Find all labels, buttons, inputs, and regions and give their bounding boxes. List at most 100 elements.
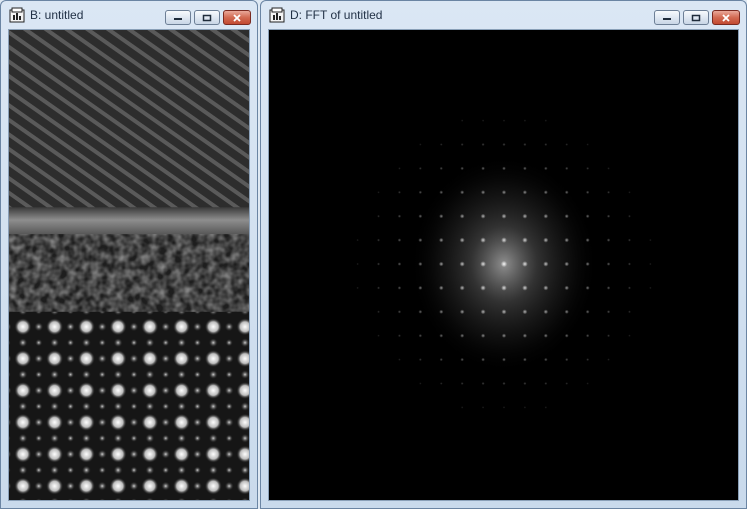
fft-spot	[544, 382, 548, 385]
fft-spot	[523, 406, 527, 409]
fft-spot	[543, 309, 549, 315]
minimize-button[interactable]	[165, 10, 191, 25]
fft-spot	[544, 119, 548, 122]
fft-spot	[628, 286, 631, 290]
close-icon	[722, 13, 730, 22]
fft-spot	[522, 285, 528, 291]
fft-spot	[418, 285, 423, 290]
window-titlebar[interactable]: B: untitled	[1, 1, 257, 29]
fft-spot	[502, 381, 506, 386]
fft-spot	[480, 261, 486, 267]
fft-spot	[649, 286, 652, 290]
fft-spot	[564, 261, 570, 267]
window-title: D: FFT of untitled	[290, 8, 383, 22]
fft-spot	[585, 214, 590, 219]
window-titlebar[interactable]: D: FFT of untitled	[261, 1, 746, 29]
image-window-untitled[interactable]: B: untitled	[0, 0, 258, 509]
fft-spot	[460, 333, 465, 338]
fft-spot	[606, 286, 611, 290]
fft-spot	[418, 261, 423, 267]
fft-spot	[481, 381, 485, 385]
fft-spot	[459, 237, 465, 243]
fft-spot	[418, 214, 423, 219]
fft-spot	[523, 166, 527, 171]
fft-spot	[356, 238, 359, 242]
fft-spot	[502, 119, 506, 122]
fft-spot	[502, 406, 506, 409]
close-button[interactable]	[712, 10, 740, 25]
fft-image-canvas	[269, 30, 738, 500]
fft-spot	[439, 190, 444, 195]
fft-spot	[377, 262, 381, 266]
fft-spot	[543, 333, 548, 338]
fft-spot	[585, 238, 590, 243]
fft-spot	[460, 166, 464, 171]
fft-spot	[480, 190, 486, 195]
fft-spot	[501, 333, 507, 338]
fft-spot	[502, 357, 506, 362]
fft-spot	[564, 309, 569, 314]
fft-spot	[501, 190, 507, 195]
fft-spot	[460, 143, 464, 146]
maximize-button[interactable]	[194, 10, 220, 25]
hrtem-image[interactable]	[8, 29, 250, 501]
fft-spot	[628, 334, 631, 337]
fft-spot	[607, 190, 611, 194]
fft-spot	[377, 310, 380, 314]
fft-spot	[418, 238, 423, 243]
fft-spot	[439, 309, 444, 314]
fft-spot	[544, 166, 548, 171]
fft-spot	[501, 237, 507, 243]
fft-image[interactable]	[268, 29, 739, 501]
fft-spot	[418, 358, 422, 362]
fft-spot	[356, 262, 359, 266]
fft-spot	[397, 262, 402, 266]
fft-spot	[585, 309, 590, 314]
fft-spot	[481, 166, 485, 171]
fft-spot	[544, 406, 548, 409]
fft-spot	[649, 238, 652, 242]
fft-spot	[543, 285, 549, 291]
fft-spot	[523, 381, 527, 385]
minimize-icon	[663, 17, 671, 20]
fft-spot	[585, 261, 590, 267]
fft-spot	[502, 142, 506, 147]
fft-spot	[564, 333, 569, 338]
fft-spot	[459, 261, 465, 267]
fft-spot	[628, 214, 631, 218]
fft-spot	[607, 334, 611, 338]
fft-spot	[522, 190, 528, 195]
fft-spot	[607, 358, 610, 361]
fft-spot	[418, 334, 423, 338]
fft-window[interactable]: D: FFT of untitled	[260, 0, 747, 509]
fft-spot	[502, 166, 506, 171]
fft-spot	[397, 310, 402, 314]
fft-spot	[439, 214, 444, 219]
fft-spot	[397, 334, 401, 338]
fft-spot	[586, 358, 590, 362]
fft-spot	[397, 286, 402, 290]
fft-spot	[564, 190, 569, 195]
fft-spot	[522, 261, 528, 267]
fft-spot	[522, 333, 528, 338]
fft-spot	[628, 238, 631, 242]
fft-spot	[627, 262, 631, 266]
fft-spot	[501, 285, 507, 291]
fft-spot	[586, 143, 589, 146]
fft-spot	[419, 382, 422, 385]
app-window-icon	[9, 7, 25, 23]
maximize-button[interactable]	[683, 10, 709, 25]
close-button[interactable]	[223, 10, 251, 25]
fft-spot	[397, 238, 402, 242]
fft-spot	[438, 285, 444, 291]
fft-spot	[460, 119, 464, 122]
fft-spot	[377, 286, 380, 290]
fft-spot	[438, 237, 444, 243]
fft-spot	[480, 333, 486, 338]
fft-spot	[564, 214, 569, 219]
fft-spot	[585, 334, 590, 338]
minimize-button[interactable]	[654, 10, 680, 25]
fft-spot	[564, 285, 570, 291]
fft-spot	[480, 213, 486, 219]
fft-spot	[460, 357, 464, 362]
